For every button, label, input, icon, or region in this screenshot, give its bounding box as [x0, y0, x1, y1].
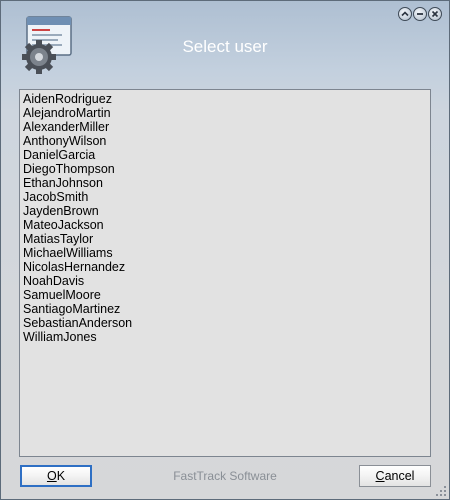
close-icon[interactable] — [428, 7, 442, 21]
cancel-button[interactable]: Cancel — [359, 465, 431, 487]
list-item[interactable]: SamuelMoore — [23, 288, 430, 302]
list-item[interactable]: NoahDavis — [23, 274, 430, 288]
list-item[interactable]: WilliamJones — [23, 330, 430, 344]
list-item[interactable]: AlexanderMiller — [23, 120, 430, 134]
minimize-icon[interactable] — [413, 7, 427, 21]
list-item[interactable]: SebastianAnderson — [23, 316, 430, 330]
list-item[interactable]: MatiasTaylor — [23, 232, 430, 246]
list-item[interactable]: NicolasHernandez — [23, 260, 430, 274]
list-item[interactable]: EthanJohnson — [23, 176, 430, 190]
user-list[interactable]: AidenRodriguez AlejandroMartin Alexander… — [19, 89, 431, 457]
dialog-title: Select user — [182, 37, 268, 56]
list-item[interactable]: DanielGarcia — [23, 148, 430, 162]
list-item[interactable]: JaydenBrown — [23, 204, 430, 218]
list-item[interactable]: MichaelWilliams — [23, 246, 430, 260]
list-item[interactable]: AnthonyWilson — [23, 134, 430, 148]
list-item[interactable]: DiegoThompson — [23, 162, 430, 176]
list-item[interactable]: AidenRodriguez — [23, 92, 430, 106]
list-item[interactable]: MateoJackson — [23, 218, 430, 232]
list-item[interactable]: AlejandroMartin — [23, 106, 430, 120]
window-controls — [398, 7, 442, 21]
list-item[interactable]: SantiagoMartinez — [23, 302, 430, 316]
cancel-button-label: Cancel — [375, 469, 415, 483]
select-user-dialog: Select user AidenRodriguez AlejandroMart… — [0, 0, 450, 500]
resize-grip-icon[interactable] — [435, 485, 447, 497]
collapse-icon[interactable] — [398, 7, 412, 21]
list-item[interactable]: JacobSmith — [23, 190, 430, 204]
